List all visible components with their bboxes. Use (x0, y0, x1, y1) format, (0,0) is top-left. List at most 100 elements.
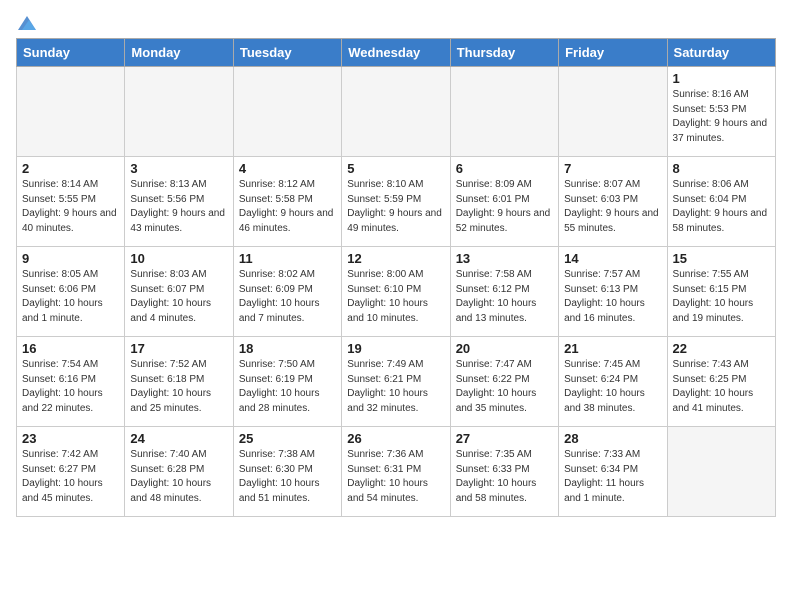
day-info: Sunrise: 8:02 AM Sunset: 6:09 PM Dayligh… (239, 268, 336, 326)
calendar-cell: 17 Sunrise: 7:52 AM Sunset: 6:18 PM Dayli… (125, 337, 233, 427)
weekday-header-sunday: Sunday (17, 39, 125, 67)
calendar-week-row: 1 Sunrise: 8:16 AM Sunset: 5:53 PM Daylig… (17, 67, 776, 157)
day-number: 6 (456, 161, 553, 176)
day-info: Sunrise: 8:05 AM Sunset: 6:06 PM Dayligh… (22, 268, 119, 326)
calendar-cell: 18 Sunrise: 7:50 AM Sunset: 6:19 PM Dayli… (233, 337, 341, 427)
calendar-cell: 1 Sunrise: 8:16 AM Sunset: 5:53 PM Daylig… (667, 67, 775, 157)
header (16, 16, 776, 30)
calendar-header-row: SundayMondayTuesdayWednesdayThursdayFrid… (17, 39, 776, 67)
day-info: Sunrise: 8:12 AM Sunset: 5:58 PM Dayligh… (239, 178, 336, 236)
day-info: Sunrise: 7:45 AM Sunset: 6:24 PM Dayligh… (564, 358, 661, 416)
calendar-cell: 11 Sunrise: 8:02 AM Sunset: 6:09 PM Dayli… (233, 247, 341, 337)
day-number: 27 (456, 431, 553, 446)
day-number: 3 (130, 161, 227, 176)
day-info: Sunrise: 7:42 AM Sunset: 6:27 PM Dayligh… (22, 448, 119, 506)
day-number: 17 (130, 341, 227, 356)
day-info: Sunrise: 8:09 AM Sunset: 6:01 PM Dayligh… (456, 178, 553, 236)
day-info: Sunrise: 8:10 AM Sunset: 5:59 PM Dayligh… (347, 178, 444, 236)
calendar-cell: 6 Sunrise: 8:09 AM Sunset: 6:01 PM Daylig… (450, 157, 558, 247)
day-info: Sunrise: 8:03 AM Sunset: 6:07 PM Dayligh… (130, 268, 227, 326)
calendar-cell: 27 Sunrise: 7:35 AM Sunset: 6:33 PM Dayli… (450, 427, 558, 517)
calendar-cell (17, 67, 125, 157)
calendar-cell: 19 Sunrise: 7:49 AM Sunset: 6:21 PM Dayli… (342, 337, 450, 427)
calendar-week-row: 16 Sunrise: 7:54 AM Sunset: 6:16 PM Dayli… (17, 337, 776, 427)
day-info: Sunrise: 7:57 AM Sunset: 6:13 PM Dayligh… (564, 268, 661, 326)
day-number: 23 (22, 431, 119, 446)
calendar-cell: 14 Sunrise: 7:57 AM Sunset: 6:13 PM Dayli… (559, 247, 667, 337)
day-number: 14 (564, 251, 661, 266)
calendar-cell: 28 Sunrise: 7:33 AM Sunset: 6:34 PM Dayli… (559, 427, 667, 517)
calendar-cell (450, 67, 558, 157)
calendar-week-row: 9Sunrise: 8:05 AM Sunset: 6:06 PM Daylig… (17, 247, 776, 337)
calendar-cell (233, 67, 341, 157)
logo-icon (18, 16, 36, 30)
calendar-cell: 20Sunrise: 7:47 AM Sunset: 6:22 PM Dayli… (450, 337, 558, 427)
day-number: 24 (130, 431, 227, 446)
day-info: Sunrise: 7:55 AM Sunset: 6:15 PM Dayligh… (673, 268, 770, 326)
day-number: 19 (347, 341, 444, 356)
calendar-cell: 12Sunrise: 8:00 AM Sunset: 6:10 PM Dayli… (342, 247, 450, 337)
calendar-cell: 3 Sunrise: 8:13 AM Sunset: 5:56 PM Daylig… (125, 157, 233, 247)
day-number: 21 (564, 341, 661, 356)
day-number: 22 (673, 341, 770, 356)
day-info: Sunrise: 7:52 AM Sunset: 6:18 PM Dayligh… (130, 358, 227, 416)
calendar-cell: 21 Sunrise: 7:45 AM Sunset: 6:24 PM Dayli… (559, 337, 667, 427)
day-info: Sunrise: 7:36 AM Sunset: 6:31 PM Dayligh… (347, 448, 444, 506)
calendar-cell: 4 Sunrise: 8:12 AM Sunset: 5:58 PM Daylig… (233, 157, 341, 247)
day-info: Sunrise: 7:35 AM Sunset: 6:33 PM Dayligh… (456, 448, 553, 506)
calendar-cell: 22 Sunrise: 7:43 AM Sunset: 6:25 PM Dayli… (667, 337, 775, 427)
day-info: Sunrise: 7:50 AM Sunset: 6:19 PM Dayligh… (239, 358, 336, 416)
day-number: 18 (239, 341, 336, 356)
calendar-cell: 23 Sunrise: 7:42 AM Sunset: 6:27 PM Dayli… (17, 427, 125, 517)
calendar-cell: 15 Sunrise: 7:55 AM Sunset: 6:15 PM Dayli… (667, 247, 775, 337)
calendar-cell: 16 Sunrise: 7:54 AM Sunset: 6:16 PM Dayli… (17, 337, 125, 427)
day-number: 1 (673, 71, 770, 86)
day-info: Sunrise: 8:16 AM Sunset: 5:53 PM Dayligh… (673, 88, 770, 146)
weekday-header-monday: Monday (125, 39, 233, 67)
weekday-header-wednesday: Wednesday (342, 39, 450, 67)
day-number: 25 (239, 431, 336, 446)
calendar-cell: 25 Sunrise: 7:38 AM Sunset: 6:30 PM Dayli… (233, 427, 341, 517)
day-number: 28 (564, 431, 661, 446)
day-info: Sunrise: 8:06 AM Sunset: 6:04 PM Dayligh… (673, 178, 770, 236)
day-number: 15 (673, 251, 770, 266)
day-number: 4 (239, 161, 336, 176)
logo (16, 16, 36, 30)
calendar-cell (559, 67, 667, 157)
day-info: Sunrise: 7:58 AM Sunset: 6:12 PM Dayligh… (456, 268, 553, 326)
day-info: Sunrise: 7:33 AM Sunset: 6:34 PM Dayligh… (564, 448, 661, 506)
day-number: 26 (347, 431, 444, 446)
day-info: Sunrise: 8:00 AM Sunset: 6:10 PM Dayligh… (347, 268, 444, 326)
day-info: Sunrise: 7:43 AM Sunset: 6:25 PM Dayligh… (673, 358, 770, 416)
calendar-cell (125, 67, 233, 157)
day-number: 16 (22, 341, 119, 356)
calendar-cell: 2 Sunrise: 8:14 AM Sunset: 5:55 PM Daylig… (17, 157, 125, 247)
calendar-table: SundayMondayTuesdayWednesdayThursdayFrid… (16, 38, 776, 517)
day-info: Sunrise: 7:38 AM Sunset: 6:30 PM Dayligh… (239, 448, 336, 506)
day-info: Sunrise: 8:13 AM Sunset: 5:56 PM Dayligh… (130, 178, 227, 236)
day-info: Sunrise: 7:49 AM Sunset: 6:21 PM Dayligh… (347, 358, 444, 416)
day-number: 7 (564, 161, 661, 176)
day-number: 11 (239, 251, 336, 266)
day-info: Sunrise: 8:14 AM Sunset: 5:55 PM Dayligh… (22, 178, 119, 236)
calendar-cell (667, 427, 775, 517)
day-number: 13 (456, 251, 553, 266)
day-number: 10 (130, 251, 227, 266)
day-info: Sunrise: 7:40 AM Sunset: 6:28 PM Dayligh… (130, 448, 227, 506)
day-number: 2 (22, 161, 119, 176)
calendar-cell: 7 Sunrise: 8:07 AM Sunset: 6:03 PM Daylig… (559, 157, 667, 247)
day-number: 20 (456, 341, 553, 356)
calendar-cell: 9Sunrise: 8:05 AM Sunset: 6:06 PM Daylig… (17, 247, 125, 337)
calendar-cell: 24 Sunrise: 7:40 AM Sunset: 6:28 PM Dayli… (125, 427, 233, 517)
weekday-header-thursday: Thursday (450, 39, 558, 67)
weekday-header-tuesday: Tuesday (233, 39, 341, 67)
calendar-week-row: 2 Sunrise: 8:14 AM Sunset: 5:55 PM Daylig… (17, 157, 776, 247)
day-info: Sunrise: 8:07 AM Sunset: 6:03 PM Dayligh… (564, 178, 661, 236)
weekday-header-saturday: Saturday (667, 39, 775, 67)
calendar-cell (342, 67, 450, 157)
calendar-week-row: 23 Sunrise: 7:42 AM Sunset: 6:27 PM Dayli… (17, 427, 776, 517)
day-number: 8 (673, 161, 770, 176)
calendar-cell: 8 Sunrise: 8:06 AM Sunset: 6:04 PM Daylig… (667, 157, 775, 247)
day-info: Sunrise: 7:54 AM Sunset: 6:16 PM Dayligh… (22, 358, 119, 416)
day-number: 5 (347, 161, 444, 176)
